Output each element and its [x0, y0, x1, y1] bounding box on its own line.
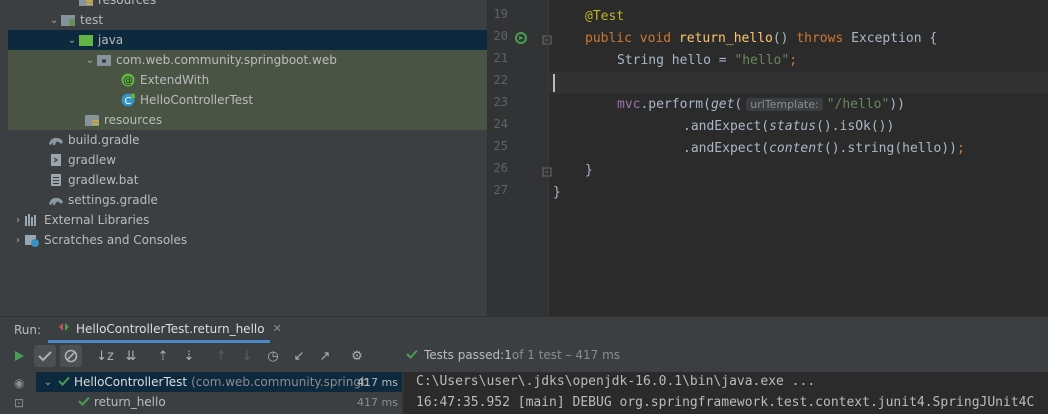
tree-item-build-gradle[interactable]: build.gradle: [8, 130, 487, 150]
code-line-20[interactable]: public void return_hello() throws Except…: [585, 28, 937, 50]
previous-failed-icon[interactable]: ↑: [210, 345, 232, 367]
expand-all-icon[interactable]: ⇡: [152, 345, 174, 367]
run-tool-window: Run: HelloControllerTest.return_hello ✕ …: [0, 316, 1048, 414]
line-number: 27: [493, 183, 508, 197]
code-line-21[interactable]: String hello = "hello";: [617, 50, 797, 72]
run-tab[interactable]: HelloControllerTest.return_hello ✕: [48, 317, 282, 343]
tree-item-gradlew[interactable]: gradlew: [8, 150, 487, 170]
text-caret: [553, 74, 555, 92]
text-file-icon: [48, 172, 64, 188]
package-icon: [96, 52, 112, 68]
show-ignored-icon[interactable]: [60, 345, 82, 367]
gradle-icon: [48, 192, 64, 208]
libraries-icon: [24, 212, 40, 228]
import-tests-icon[interactable]: ↙: [288, 345, 310, 367]
run-toolbar: ↓z ⇊ ⇡ ⇣ ↑ ↓ ◷ ↙ ↗ ⚙: [8, 344, 372, 368]
tree-item-resources-test[interactable]: resources: [8, 110, 487, 130]
tree-item-external-libraries[interactable]: › External Libraries: [8, 210, 487, 230]
code-line-23[interactable]: mvc.perform(get(urlTemplate: "/hello")): [617, 94, 905, 116]
svg-text:@: @: [123, 76, 133, 87]
settings-gear-icon[interactable]: ⚙: [346, 345, 368, 367]
sort-by-duration-icon[interactable]: ⇊: [120, 345, 142, 367]
resources-folder-icon: [84, 112, 100, 128]
test-class-icon: C: [120, 92, 136, 108]
chevron-down-icon[interactable]: ⌄: [42, 377, 54, 388]
console-output[interactable]: C:\Users\user\.jdks\openjdk-16.0.1\bin\j…: [404, 372, 1048, 414]
tree-item-extendwith[interactable]: @ ExtendWith: [8, 70, 487, 90]
line-number: 20: [493, 29, 508, 43]
line-number: 25: [493, 139, 508, 153]
camera-icon[interactable]: ◉: [14, 376, 24, 390]
fold-icon[interactable]: [542, 34, 552, 48]
fold-icon[interactable]: [542, 166, 552, 180]
line-number: 23: [493, 95, 508, 109]
code-editor[interactable]: 19 20 21 22 23 24 25 26 27 @Test public …: [487, 0, 1048, 316]
line-number: 26: [493, 161, 508, 175]
tree-item-test[interactable]: ⌄ test: [8, 10, 487, 30]
run-label: Run:: [14, 323, 42, 337]
show-passed-icon[interactable]: [34, 345, 56, 367]
chevron-right-icon[interactable]: ›: [12, 235, 24, 246]
test-suite-row[interactable]: ⌄ HelloControllerTest (com.web.community…: [36, 372, 402, 392]
line-number: 19: [493, 7, 508, 21]
passed-check-icon: [58, 375, 70, 389]
run-test-gutter-icon[interactable]: [515, 31, 529, 48]
project-tree[interactable]: resources ⌄ test ⌄ java ⌄ com.web.commun…: [8, 0, 487, 316]
next-failed-icon[interactable]: ↓: [236, 345, 258, 367]
console-line: 16:47:35.952 [main] DEBUG org.springfram…: [416, 395, 1035, 410]
run-tab-bar: Run: HelloControllerTest.return_hello ✕: [0, 317, 1048, 343]
tree-item-settings-gradle[interactable]: settings.gradle: [8, 190, 487, 210]
close-tab-icon[interactable]: ✕: [273, 322, 282, 335]
scratches-icon: [24, 232, 40, 248]
editor-gutter: 19 20 21 22 23 24 25 26 27: [488, 0, 552, 316]
tree-item-gradlew-bat[interactable]: gradlew.bat: [8, 170, 487, 190]
test-sources-folder-icon: [78, 32, 94, 48]
chevron-down-icon[interactable]: ⌄: [48, 15, 60, 26]
annotation-icon: @: [120, 72, 136, 88]
passed-check-icon: [406, 348, 418, 362]
chevron-down-icon[interactable]: ⌄: [84, 55, 96, 66]
tree-item-java[interactable]: ⌄ java: [8, 30, 487, 50]
code-line-26[interactable]: }: [585, 160, 593, 182]
export-tests-icon[interactable]: ↗: [314, 345, 336, 367]
console-line: C:\Users\user\.jdks\openjdk-16.0.1\bin\j…: [416, 374, 816, 389]
resources-folder-icon: [78, 0, 94, 8]
chevron-right-icon[interactable]: ›: [12, 215, 24, 226]
test-folder-icon: [60, 12, 76, 28]
code-line-25[interactable]: .andExpect(content().string(hello));: [683, 138, 965, 160]
current-line-highlight: [548, 72, 1048, 94]
passed-check-icon: [78, 395, 90, 409]
test-tree[interactable]: ⌄ HelloControllerTest (com.web.community…: [36, 372, 402, 414]
side-actions: ◉ ⊡: [8, 372, 36, 414]
gradle-icon: [48, 132, 64, 148]
test-status: Tests passed: 1 of 1 test – 417 ms: [406, 348, 620, 362]
line-number: 22: [493, 73, 508, 87]
collapse-all-icon[interactable]: ⇣: [178, 345, 200, 367]
code-line-24[interactable]: .andExpect(status().isOk()): [683, 116, 894, 138]
tree-item-resources-main[interactable]: resources: [8, 0, 487, 10]
code-line-19[interactable]: @Test: [585, 6, 624, 28]
test-method-row[interactable]: return_hello 417 ms: [36, 392, 402, 412]
line-number: 24: [493, 117, 508, 131]
history-icon[interactable]: ◷: [262, 345, 284, 367]
test-run-icon: [58, 321, 70, 336]
parameter-hint: urlTemplate:: [746, 98, 823, 111]
tree-item-package[interactable]: ⌄ com.web.community.springboot.web: [8, 50, 487, 70]
code-line-27[interactable]: }: [553, 182, 561, 204]
dump-threads-icon[interactable]: ⊡: [14, 396, 24, 410]
sort-alphabetically-icon[interactable]: ↓z: [94, 345, 116, 367]
tree-item-hellocontrollertest[interactable]: C HelloControllerTest: [8, 90, 487, 110]
script-file-icon: [48, 152, 64, 168]
svg-text:C: C: [125, 96, 132, 107]
line-number: 21: [493, 51, 508, 65]
chevron-down-icon[interactable]: ⌄: [66, 35, 78, 46]
rerun-icon[interactable]: [8, 345, 30, 367]
gutter-divider: [548, 0, 549, 316]
tree-item-scratches[interactable]: › Scratches and Consoles: [8, 230, 487, 250]
